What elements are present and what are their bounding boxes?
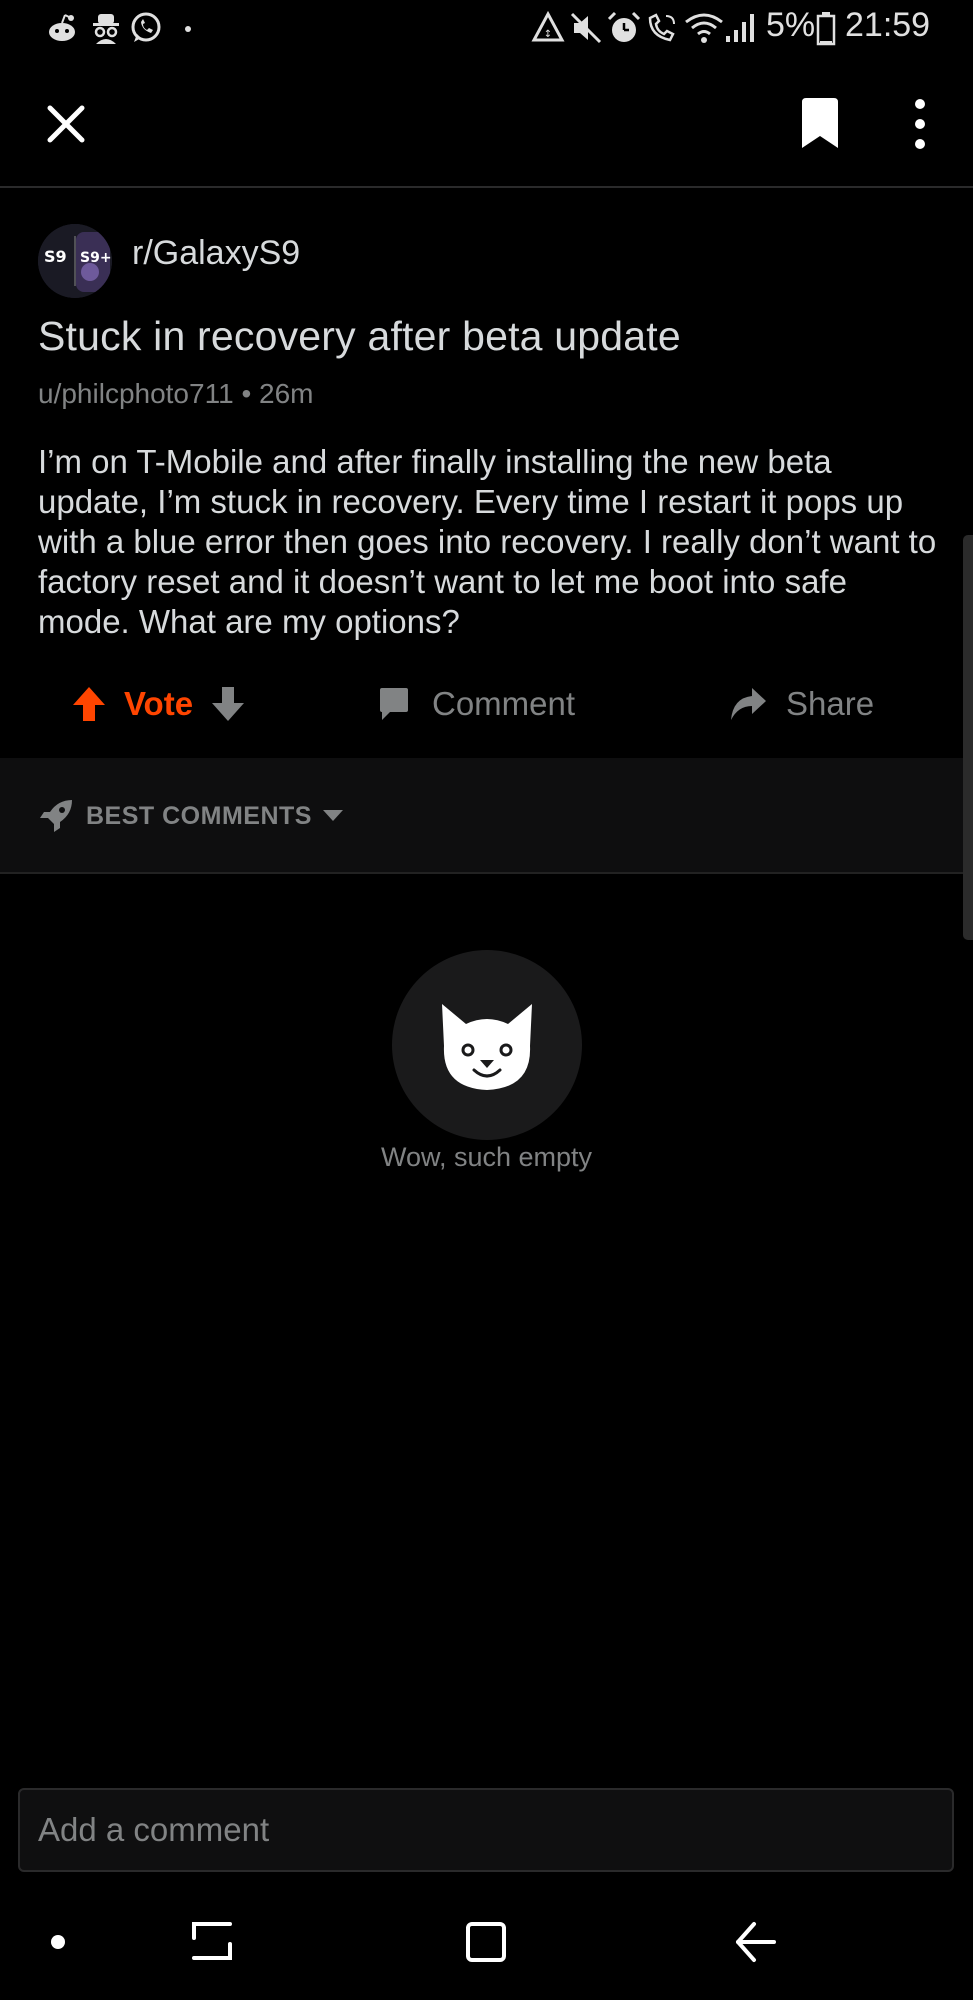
- vote-label: Vote: [124, 685, 194, 722]
- post-meta: u/philcphoto711 • 26m: [38, 378, 314, 410]
- share-button[interactable]: Share: [728, 680, 874, 728]
- post-body: I’m on T-Mobile and after finally instal…: [38, 443, 937, 640]
- subreddit-logo-icon: S9 S9+: [38, 224, 112, 298]
- svg-text:↕: ↕: [544, 29, 552, 40]
- signal-icon: [726, 14, 754, 42]
- scrollbar[interactable]: [963, 535, 973, 940]
- vote-control: Vote: [72, 680, 245, 728]
- recent-apps-icon[interactable]: [190, 1920, 234, 1964]
- downvote-icon[interactable]: [211, 685, 245, 723]
- system-nav-bar: [0, 1890, 973, 2000]
- rocket-icon: [40, 800, 72, 832]
- comment-button[interactable]: Comment: [376, 680, 575, 728]
- svg-text:S9: S9: [44, 247, 67, 266]
- subreddit-avatar[interactable]: S9 S9+: [38, 224, 112, 298]
- meta-separator: •: [241, 378, 252, 409]
- status-bar: ↕ 5% 21:59: [0, 0, 973, 60]
- comment-sort-bar[interactable]: BEST COMMENTS: [0, 758, 963, 874]
- upvote-icon[interactable]: [72, 685, 106, 723]
- author-link[interactable]: u/philcphoto711: [38, 378, 234, 409]
- post-age: 26m: [259, 378, 314, 409]
- share-icon: [731, 688, 766, 720]
- add-comment-input[interactable]: Add a comment: [18, 1788, 954, 1872]
- incognito-icon: [93, 14, 119, 44]
- empty-illustration: [392, 950, 582, 1140]
- reddit-icon: [49, 14, 75, 41]
- comment-icon: [380, 688, 408, 720]
- svg-text:S9+: S9+: [80, 250, 112, 266]
- subreddit-name[interactable]: r/GalaxyS9: [132, 234, 300, 273]
- empty-state-text: Wow, such empty: [380, 1142, 593, 1172]
- sort-label: BEST COMMENTS: [86, 802, 312, 830]
- close-icon[interactable]: [44, 102, 88, 146]
- top-toolbar: [0, 60, 973, 188]
- post-title: Stuck in recovery after beta update: [38, 313, 681, 359]
- data-saver-icon: ↕: [531, 10, 565, 42]
- dot-icon: [185, 26, 191, 32]
- more-vertical-icon[interactable]: [906, 98, 934, 150]
- battery-icon: [816, 12, 836, 46]
- wifi-icon: [685, 13, 723, 43]
- nav-dot-icon[interactable]: [48, 1932, 68, 1952]
- battery-percent: 5%: [766, 6, 816, 44]
- comment-placeholder: Add a comment: [38, 1811, 270, 1848]
- clock: 21:59: [845, 6, 931, 44]
- share-label: Share: [786, 685, 875, 722]
- home-icon[interactable]: [464, 1920, 508, 1964]
- whatsapp-icon: [131, 12, 161, 42]
- back-icon[interactable]: [734, 1920, 778, 1964]
- alarm-icon: [607, 11, 641, 42]
- mute-icon: [570, 12, 602, 44]
- bookmark-icon[interactable]: [798, 98, 842, 150]
- cat-icon: [442, 1004, 532, 1090]
- wifi-calling-icon: [648, 13, 675, 42]
- chevron-down-icon: [323, 810, 343, 821]
- comment-label: Comment: [432, 685, 576, 722]
